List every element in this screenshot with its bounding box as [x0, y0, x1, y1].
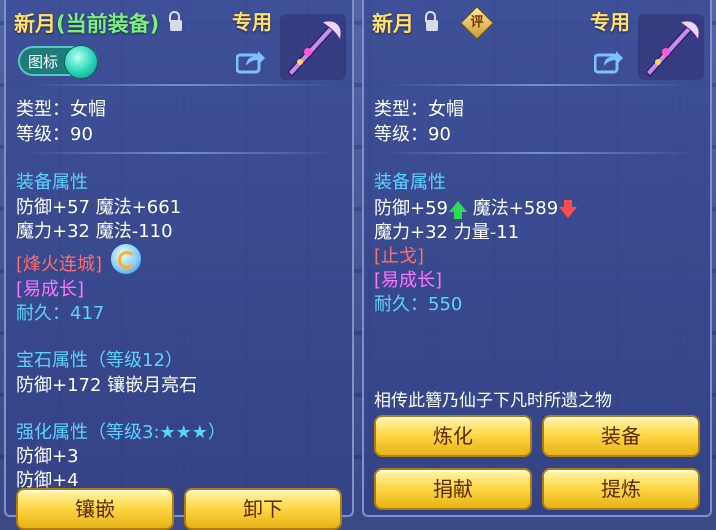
equip-button[interactable]: 装备: [542, 415, 700, 457]
durability-value: 417: [70, 303, 105, 324]
attr-defense: 防御+59: [374, 198, 448, 219]
toggle-knob: [64, 45, 98, 79]
attr-line-2: 魔力+32 力量-11: [374, 222, 520, 243]
item-name: 新月: [14, 12, 56, 36]
type-line: 类型：女帽: [374, 99, 464, 120]
eval-badge-text: 评: [470, 15, 484, 30]
compare-equipment-panel: 新月 评 专用 类型：女帽 等级：90 装备属性 防御+59 魔法+589 魔力…: [362, 0, 712, 517]
share-icon[interactable]: [236, 50, 266, 74]
trait-label: [易成长]: [374, 270, 443, 291]
durability-label: 耐久：: [374, 294, 428, 315]
durability-value: 550: [428, 294, 463, 315]
weapon-icon: [638, 14, 704, 80]
eval-badge-icon[interactable]: 评: [460, 6, 494, 40]
unload-button[interactable]: 卸下: [184, 488, 342, 530]
item-title: 新月(当前装备): [14, 8, 159, 38]
separator: [384, 84, 694, 86]
attr-line-1: 防御+59 魔法+589: [374, 194, 578, 220]
durability-line: 耐久：550: [374, 290, 462, 316]
current-equipped-tag: (当前装备): [56, 12, 160, 36]
durability-line: 耐久：417: [16, 299, 104, 325]
donate-button[interactable]: 捐献: [374, 468, 532, 510]
refine-button[interactable]: 炼化: [374, 415, 532, 457]
equip-attr-header: 装备属性: [374, 172, 446, 193]
lock-icon[interactable]: [169, 11, 182, 31]
separator: [384, 152, 694, 154]
type-line: 类型：女帽: [16, 99, 106, 120]
attr-line-2: 魔力+32 魔法-110: [16, 221, 173, 242]
attr-magic: 魔法+589: [472, 198, 559, 219]
gem-attr-header: 宝石属性（等级12）: [16, 350, 183, 371]
durability-label: 耐久：: [16, 303, 70, 324]
level-line: 等级：90: [374, 124, 451, 145]
attr-line-1: 防御+57 魔法+661: [16, 197, 182, 218]
skill-label: [止戈]: [374, 246, 425, 267]
item-title: 新月: [372, 12, 414, 36]
exclusive-label: 专用: [590, 10, 630, 34]
share-icon[interactable]: [594, 50, 624, 74]
refresh-icon[interactable]: [110, 243, 142, 275]
arrow-up-icon: [449, 201, 467, 219]
weapon-icon: [280, 14, 346, 80]
extract-button[interactable]: 提炼: [542, 468, 700, 510]
exclusive-label: 专用: [232, 10, 272, 34]
equip-attr-header: 装备属性: [16, 172, 88, 193]
strengthen-line-1: 防御+3: [16, 446, 79, 467]
skill-label: [烽火连城]: [16, 254, 103, 275]
level-line: 等级：90: [16, 124, 93, 145]
icon-toggle[interactable]: 图标: [18, 45, 98, 79]
separator: [26, 152, 336, 154]
lock-icon[interactable]: [425, 11, 438, 31]
item-description: 相传此簪乃仙子下凡时所遗之物: [374, 391, 612, 411]
trait-label: [易成长]: [16, 279, 85, 300]
toggle-label: 图标: [28, 53, 59, 71]
arrow-down-icon: [559, 200, 578, 218]
gem-attr-line: 防御+172 镶嵌月亮石: [16, 375, 198, 396]
strengthen-attr-header: 强化属性（等级3:★★★）: [16, 422, 226, 443]
current-equipment-panel: 新月(当前装备) 专用 图标 类型：女帽 等级：90 装备属性 防御+57 魔法…: [4, 0, 354, 530]
inlay-button[interactable]: 镶嵌: [16, 488, 174, 530]
separator: [26, 84, 336, 86]
